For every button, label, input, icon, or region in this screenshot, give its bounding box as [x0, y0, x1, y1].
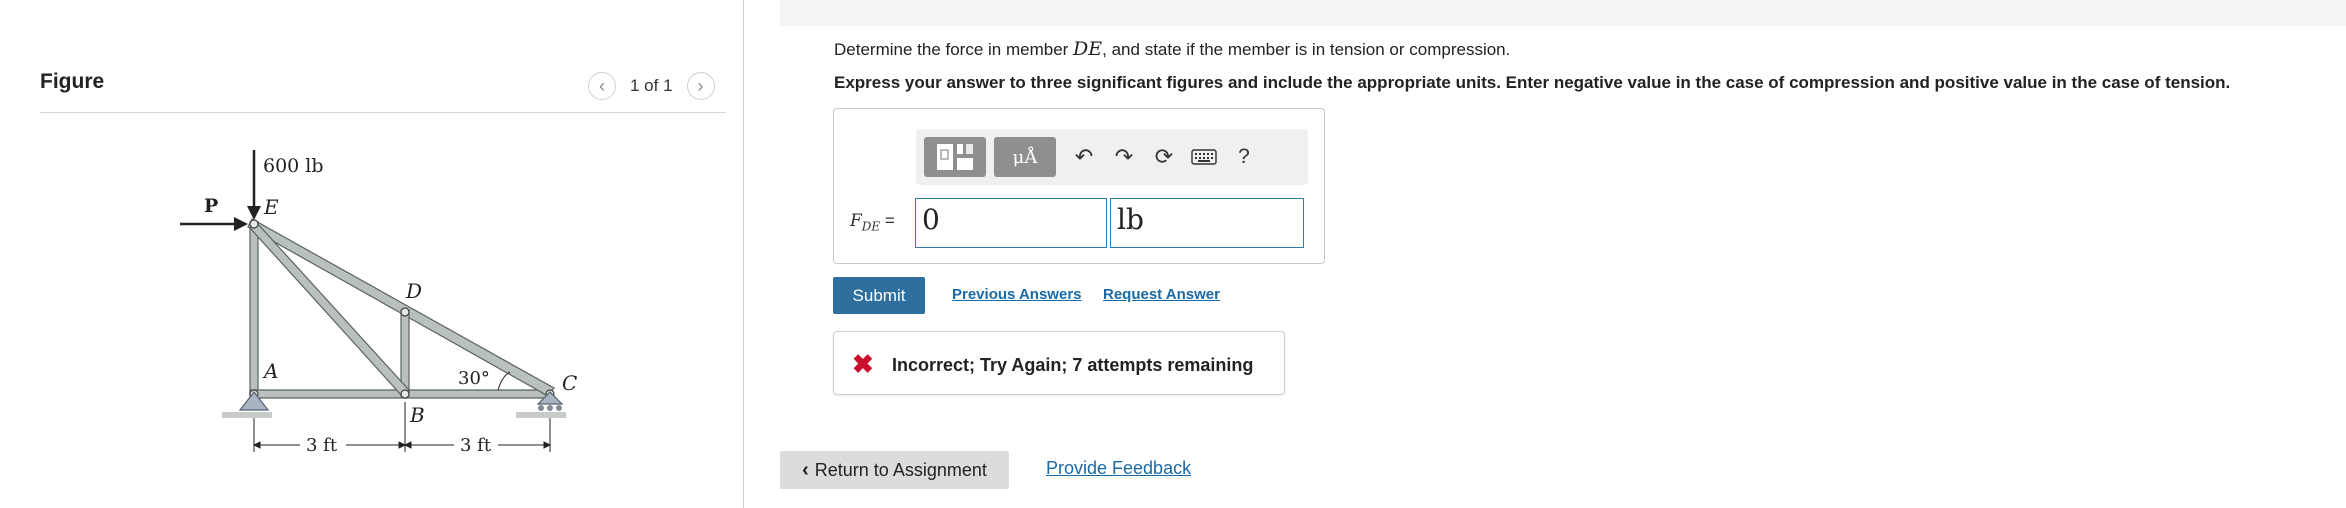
chevron-right-icon[interactable]: › — [686, 72, 715, 100]
chevron-left-icon: ‹ — [802, 458, 809, 481]
pager-text: 1 of 1 — [630, 76, 673, 95]
units-glyph: μÅ — [1012, 146, 1038, 168]
force-P-label: P — [204, 195, 218, 217]
dim-left-label: 3 ft — [306, 435, 338, 456]
joint-D-label: D — [405, 279, 422, 303]
help-button[interactable]: ? — [1224, 137, 1264, 177]
undo-icon[interactable]: ↶ — [1064, 137, 1104, 177]
math-toolbar: μÅ ↶ ↷ ⟳ ? — [916, 129, 1308, 185]
answer-value-input[interactable]: 0 — [915, 198, 1107, 248]
load-label: 600 lb — [263, 155, 324, 177]
question-variable: DE — [1073, 38, 1103, 60]
top-strip — [780, 0, 2346, 26]
ground-left — [222, 412, 272, 418]
load-arrow — [247, 150, 261, 220]
dimension-lines — [252, 402, 552, 452]
angle-arc — [497, 371, 511, 391]
figure-panel: Figure ‹ 1 of 1 › 600 lb P E D A B C 30°… — [0, 0, 744, 508]
angle-label: 30° — [458, 368, 490, 389]
truss-diagram: 600 lb P E D A B C 30° 3 ft 3 ft — [180, 150, 577, 456]
joint-C-label: C — [562, 371, 577, 395]
return-to-assignment-button[interactable]: ‹ Return to Assignment — [780, 451, 1009, 489]
return-label: Return to Assignment — [814, 459, 987, 480]
answer-label-sub: DE — [861, 219, 881, 234]
figure-pager: ‹ 1 of 1 › — [588, 72, 715, 100]
panel-divider — [743, 0, 744, 508]
joint-B-label: B — [409, 403, 425, 427]
answer-label: FDE = — [850, 211, 895, 233]
reset-icon[interactable]: ⟳ — [1144, 137, 1184, 177]
dim-right-label: 3 ft — [460, 435, 492, 456]
answer-unit-input[interactable]: lb — [1110, 198, 1304, 248]
submit-button[interactable]: Submit — [833, 277, 925, 314]
figure-divider — [40, 112, 726, 113]
figure-title: Figure — [40, 70, 105, 93]
previous-answers-link[interactable]: Previous Answers — [952, 286, 1082, 303]
feedback-message: Incorrect; Try Again; 7 attempts remaini… — [892, 355, 1254, 375]
chevron-left-icon[interactable]: ‹ — [588, 72, 616, 100]
answer-label-main: F — [850, 211, 862, 231]
force-P-arrow — [180, 217, 248, 231]
provide-feedback-link[interactable]: Provide Feedback — [1046, 458, 1191, 479]
truss-members — [247, 218, 555, 399]
units-mu-icon[interactable]: μÅ — [994, 137, 1056, 177]
joint-E-label: E — [263, 195, 279, 219]
redo-icon[interactable]: ↷ — [1104, 137, 1144, 177]
feedback-box: ✖ Incorrect; Try Again; 7 attempts remai… — [833, 331, 1285, 395]
question-suffix: , and state if the member is in tension … — [1102, 40, 1511, 59]
templates-icon[interactable] — [924, 137, 986, 177]
member-AE — [249, 221, 259, 399]
instructions-text: Express your answer to three significant… — [834, 73, 2231, 92]
question-text: Determine the force in member DE, and st… — [834, 38, 1510, 60]
joint-A-label: A — [262, 359, 278, 383]
x-mark-icon: ✖ — [852, 349, 874, 379]
request-answer-link[interactable]: Request Answer — [1103, 286, 1220, 303]
question-prefix: Determine the force in member — [834, 40, 1074, 59]
ground-right — [516, 412, 566, 418]
keyboard-icon[interactable] — [1184, 137, 1224, 177]
answer-label-eq: = — [880, 211, 895, 230]
answer-box: μÅ ↶ ↷ ⟳ ? FDE = 0 lb — [833, 108, 1325, 264]
